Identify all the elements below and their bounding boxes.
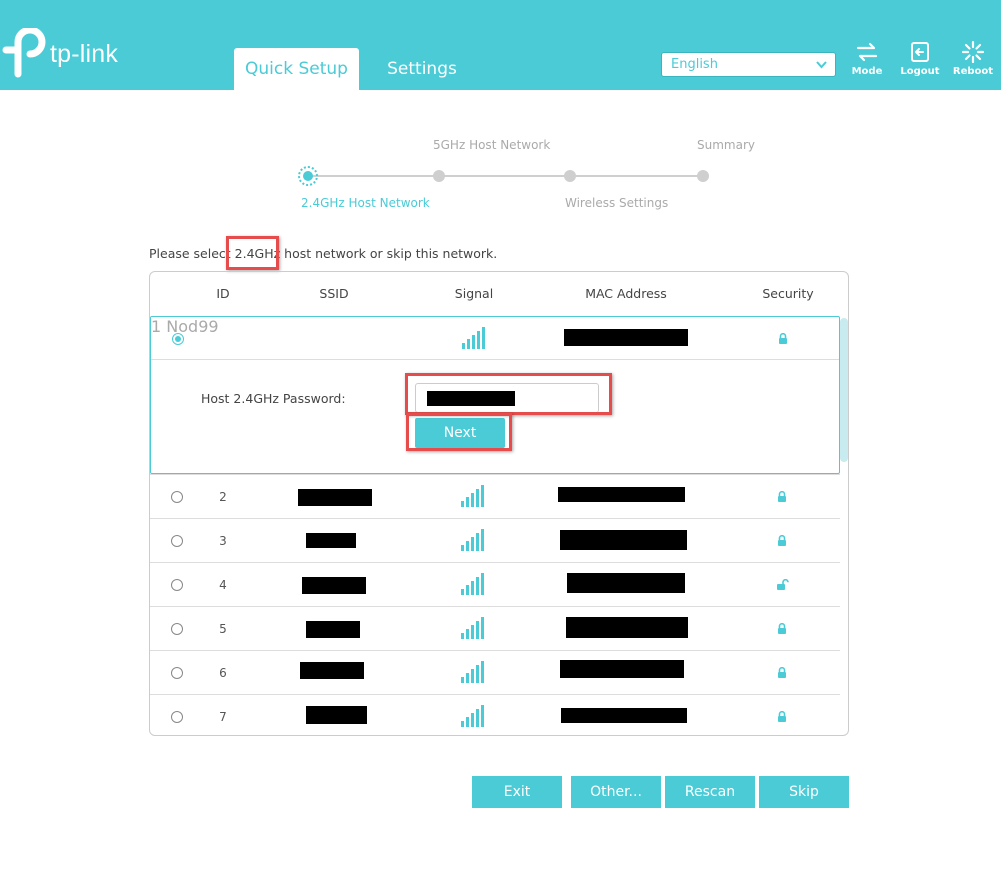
column-ssid: SSID	[319, 286, 349, 301]
redacted-ssid	[306, 533, 356, 548]
logout-button[interactable]: Logout	[895, 41, 945, 77]
column-mac-address: MAC Address	[585, 286, 667, 301]
step-label-2: 5GHz Host Network	[433, 138, 551, 152]
mode-label: Mode	[851, 66, 883, 77]
column-security: Security	[762, 286, 814, 301]
redacted-mac	[560, 660, 684, 678]
step-dot-1	[298, 166, 318, 186]
row-id: 3	[219, 534, 227, 548]
annotation-highlight-password	[405, 373, 612, 415]
language-select-value: English	[671, 57, 718, 72]
unlock-icon	[777, 579, 789, 590]
redacted-mac	[561, 708, 687, 723]
signal-strength-icon	[461, 661, 486, 683]
mode-button[interactable]: Mode	[842, 41, 892, 77]
redacted-ssid	[298, 489, 372, 506]
signal-strength-icon	[461, 573, 486, 595]
lock-icon	[778, 623, 786, 634]
language-select[interactable]: English	[661, 52, 836, 77]
table-row[interactable]: 5	[150, 606, 840, 650]
row-radio[interactable]	[171, 623, 183, 635]
row-id: 5	[219, 622, 227, 636]
redacted-ssid	[302, 577, 366, 594]
reboot-icon	[961, 41, 985, 63]
reboot-button[interactable]: Reboot	[948, 41, 998, 77]
lock-icon	[778, 491, 786, 502]
table-row[interactable]: 4	[150, 562, 840, 606]
redacted-ssid	[306, 706, 367, 724]
exit-button[interactable]: Exit	[472, 776, 562, 808]
redacted-ssid	[306, 621, 360, 638]
signal-strength-icon	[462, 327, 487, 349]
row-id: 7	[219, 710, 227, 724]
redacted-mac	[564, 329, 688, 346]
lock-icon	[778, 667, 786, 678]
step-label-3: Wireless Settings	[565, 196, 669, 210]
row-radio[interactable]	[171, 491, 183, 503]
lock-icon	[778, 711, 786, 722]
mode-icon	[856, 42, 878, 62]
step-dot-4	[697, 170, 709, 182]
table-row[interactable]: 1 Nod99	[151, 317, 839, 360]
tab-quick-setup[interactable]: Quick Setup	[234, 48, 359, 90]
annotation-highlight-24ghz	[226, 236, 279, 270]
reboot-label: Reboot	[952, 66, 994, 77]
password-label: Host 2.4GHz Password:	[201, 391, 346, 406]
other-button[interactable]: Other...	[571, 776, 661, 808]
row-radio[interactable]	[171, 579, 183, 591]
logout-icon	[911, 42, 929, 62]
instruction-text: Please select 2.4GHz host network or ski…	[149, 246, 497, 261]
annotation-highlight-next	[406, 413, 512, 451]
tab-settings[interactable]: Settings	[372, 48, 472, 90]
logo-text: tp-link	[50, 39, 119, 68]
signal-strength-icon	[461, 529, 486, 551]
signal-strength-icon	[461, 485, 486, 507]
row-radio[interactable]	[171, 711, 183, 723]
table-scrollbar[interactable]	[840, 318, 848, 462]
step-dot-2	[433, 170, 445, 182]
logout-label: Logout	[900, 66, 940, 77]
table-row[interactable]: 3	[150, 518, 840, 562]
signal-strength-icon	[461, 617, 486, 639]
row-radio[interactable]	[172, 333, 184, 345]
row-id: 4	[219, 578, 227, 592]
instruction-before: Please select	[149, 246, 235, 261]
rescan-button[interactable]: Rescan	[665, 776, 755, 808]
skip-button[interactable]: Skip	[759, 776, 849, 808]
instruction-after: host network or skip this network.	[280, 246, 498, 261]
tp-link-logo: tp-link	[0, 28, 118, 80]
lock-icon	[779, 333, 787, 344]
row-id: 2	[219, 490, 227, 504]
row-id: 6	[219, 666, 227, 680]
redacted-mac	[567, 573, 685, 593]
column-signal: Signal	[454, 286, 494, 301]
step-label-4: Summary	[697, 138, 755, 152]
chevron-down-icon	[816, 61, 827, 69]
lock-icon	[778, 535, 786, 546]
redacted-mac	[560, 530, 687, 550]
step-label-1: 2.4GHz Host Network	[301, 196, 430, 210]
top-header: tp-link Quick Setup Settings English Mod…	[0, 0, 1001, 90]
signal-strength-icon	[461, 705, 486, 727]
redacted-mac	[558, 487, 685, 502]
row-radio[interactable]	[171, 535, 183, 547]
table-header: ID SSID Signal MAC Address Security	[150, 272, 848, 316]
network-table: ID SSID Signal MAC Address Security 1 No…	[149, 271, 849, 736]
step-dot-3	[564, 170, 576, 182]
row-radio[interactable]	[171, 667, 183, 679]
table-row[interactable]: 6	[150, 650, 840, 694]
table-row[interactable]: 7	[150, 694, 840, 735]
row-id: 1	[151, 317, 162, 336]
logo-icon	[2, 28, 46, 78]
redacted-ssid	[300, 662, 364, 679]
redacted-mac	[566, 617, 688, 638]
step-track	[308, 175, 703, 177]
table-row[interactable]: 2	[150, 474, 840, 518]
column-id: ID	[216, 286, 230, 301]
